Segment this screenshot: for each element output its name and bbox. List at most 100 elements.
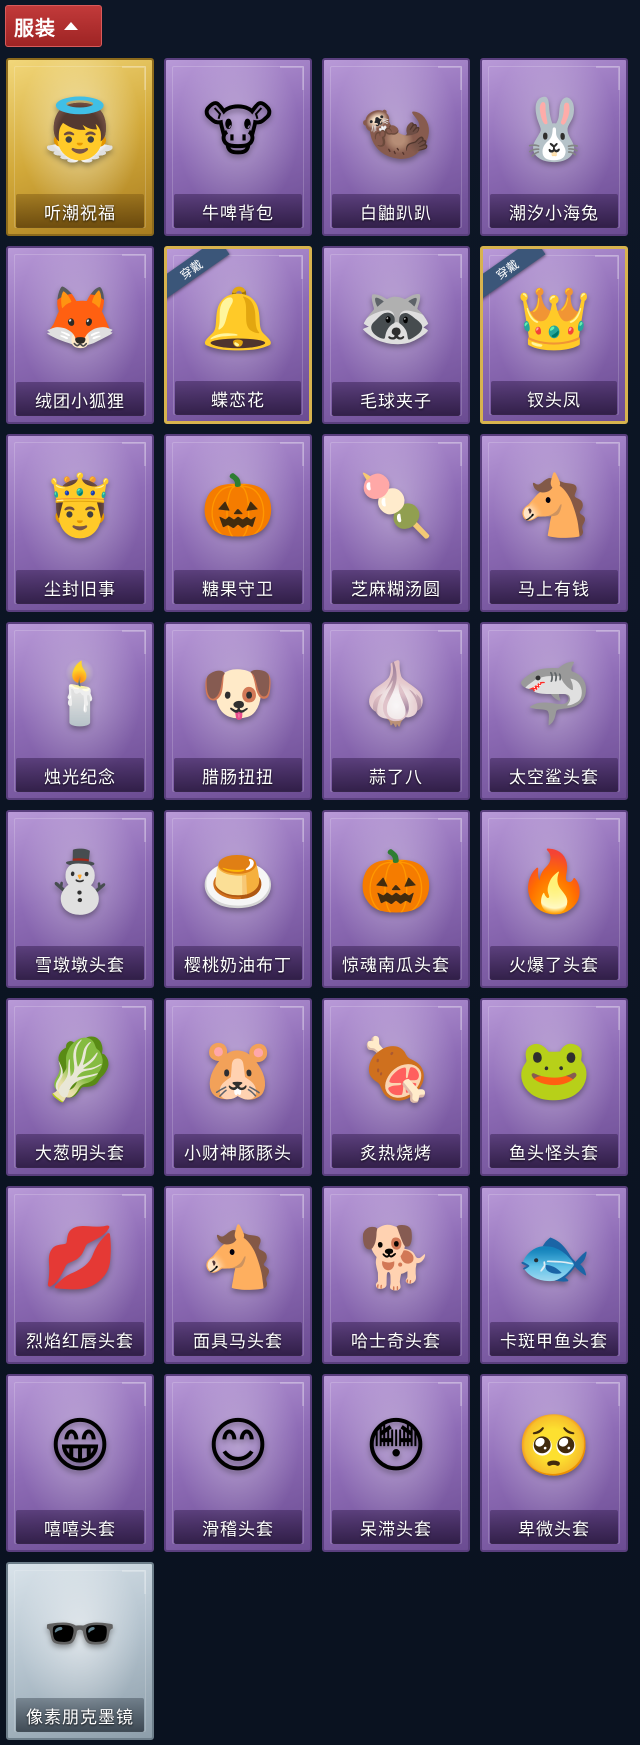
costume-card[interactable]: 🦦 白鼬趴趴 bbox=[322, 58, 470, 236]
costume-card[interactable]: 👼 听潮祝福 bbox=[6, 58, 154, 236]
card-corner-ornament bbox=[596, 1194, 620, 1218]
costume-name-bar: 像素朋克墨镜 bbox=[16, 1698, 144, 1732]
costume-card[interactable]: 🍮 樱桃奶油布丁 bbox=[164, 810, 312, 988]
card-corner-ornament bbox=[122, 254, 146, 278]
costume-name: 面具马头套 bbox=[193, 1331, 283, 1352]
costume-card[interactable]: 😊 滑稽头套 bbox=[164, 1374, 312, 1552]
costume-name-bar: 火爆了头套 bbox=[490, 946, 618, 980]
costume-card[interactable]: 🕶️ 像素朋克墨镜 bbox=[6, 1562, 154, 1740]
costume-card[interactable]: 🐶 腊肠扭扭 bbox=[164, 622, 312, 800]
costume-icon: 🦝 bbox=[358, 283, 434, 353]
costume-name-bar: 鱼头怪头套 bbox=[490, 1134, 618, 1168]
costume-card[interactable]: 🐴 马上有钱 bbox=[480, 434, 628, 612]
costume-card[interactable]: 🐹 小财神豚豚头 bbox=[164, 998, 312, 1176]
chevron-up-icon bbox=[64, 22, 78, 30]
costume-name: 尘封旧事 bbox=[44, 579, 116, 600]
costume-card[interactable]: 🐸 鱼头怪头套 bbox=[480, 998, 628, 1176]
costume-name-bar: 炙热烧烤 bbox=[332, 1134, 460, 1168]
card-corner-ornament bbox=[280, 1006, 304, 1030]
costume-name: 卡斑甲鱼头套 bbox=[500, 1331, 608, 1352]
costume-icon: 🍡 bbox=[358, 471, 434, 541]
costume-name-bar: 樱桃奶油布丁 bbox=[174, 946, 302, 980]
costume-name: 毛球夹子 bbox=[360, 391, 432, 412]
costume-name-bar: 潮汐小海兔 bbox=[490, 194, 618, 228]
costume-name-bar: 蒜了八 bbox=[332, 758, 460, 792]
costume-icon: 🔔 bbox=[200, 284, 276, 354]
costume-icon: 🐰 bbox=[516, 95, 592, 165]
costume-name: 糖果守卫 bbox=[202, 579, 274, 600]
costume-icon: 🕯️ bbox=[42, 659, 118, 729]
costume-icon: 🐸 bbox=[516, 1035, 592, 1105]
card-corner-ornament bbox=[279, 255, 303, 279]
card-corner-ornament bbox=[122, 1194, 146, 1218]
costume-name: 火爆了头套 bbox=[509, 955, 599, 976]
costume-name-bar: 惊魂南瓜头套 bbox=[332, 946, 460, 980]
card-corner-ornament bbox=[280, 66, 304, 90]
costume-category-toggle[interactable]: 服装 bbox=[5, 5, 102, 47]
costume-icon: 🦦 bbox=[358, 95, 434, 165]
costume-icon: 🐴 bbox=[200, 1223, 276, 1293]
costume-card[interactable]: 🦈 太空鲨头套 bbox=[480, 622, 628, 800]
costume-name: 芝麻糊汤圆 bbox=[351, 579, 441, 600]
costume-name-bar: 蝶恋花 bbox=[175, 381, 301, 415]
costume-icon: 😳 bbox=[364, 1411, 428, 1481]
card-corner-ornament bbox=[122, 66, 146, 90]
costume-icon: 🍖 bbox=[358, 1035, 434, 1105]
costume-card[interactable]: 🐰 潮汐小海兔 bbox=[480, 58, 628, 236]
card-corner-ornament bbox=[438, 66, 462, 90]
card-corner-ornament bbox=[122, 1382, 146, 1406]
costume-card[interactable]: 🍡 芝麻糊汤圆 bbox=[322, 434, 470, 612]
costume-card[interactable]: 🦝 毛球夹子 bbox=[322, 246, 470, 424]
costume-card[interactable]: 😳 呆滞头套 bbox=[322, 1374, 470, 1552]
costume-card[interactable]: 🤴 尘封旧事 bbox=[6, 434, 154, 612]
costume-icon: 🔥 bbox=[516, 847, 592, 917]
costume-name-bar: 绒团小狐狸 bbox=[16, 382, 144, 416]
costume-icon: 👼 bbox=[42, 95, 118, 165]
costume-card[interactable]: 🐟 卡斑甲鱼头套 bbox=[480, 1186, 628, 1364]
costume-card[interactable]: 🐴 面具马头套 bbox=[164, 1186, 312, 1364]
costume-name-bar: 大葱明头套 bbox=[16, 1134, 144, 1168]
costume-name: 烈焰红唇头套 bbox=[26, 1331, 134, 1352]
costume-name: 烛光纪念 bbox=[44, 767, 116, 788]
costume-icon: 🥬 bbox=[42, 1035, 118, 1105]
costume-name-bar: 尘封旧事 bbox=[16, 570, 144, 604]
costume-name: 潮汐小海兔 bbox=[509, 203, 599, 224]
costume-card[interactable]: 🦊 绒团小狐狸 bbox=[6, 246, 154, 424]
costume-card[interactable]: 🧄 蒜了八 bbox=[322, 622, 470, 800]
costume-name-bar: 钗头凤 bbox=[491, 381, 617, 415]
card-corner-ornament bbox=[438, 818, 462, 842]
costume-name: 鱼头怪头套 bbox=[509, 1143, 599, 1164]
category-title: 服装 bbox=[14, 15, 56, 40]
costume-name: 白鼬趴趴 bbox=[360, 203, 432, 224]
costume-card[interactable]: 🥬 大葱明头套 bbox=[6, 998, 154, 1176]
costume-card[interactable]: 🐮 牛啤背包 bbox=[164, 58, 312, 236]
costume-card[interactable]: 🎃 惊魂南瓜头套 bbox=[322, 810, 470, 988]
wardrobe-panel: 服装 👼 听潮祝福 🐮 牛啤背包 🦦 白鼬趴趴 🐰 潮汐小海兔 🦊 绒团小狐狸 🔔 穿戴 蝶恋花 🦝 毛球夹… bbox=[0, 0, 640, 1745]
card-corner-ornament bbox=[596, 66, 620, 90]
costume-card[interactable]: 🐕 哈士奇头套 bbox=[322, 1186, 470, 1364]
costume-name-bar: 烛光纪念 bbox=[16, 758, 144, 792]
costume-name-bar: 呆滞头套 bbox=[332, 1510, 460, 1544]
costume-name-bar: 卑微头套 bbox=[490, 1510, 618, 1544]
costume-card[interactable]: 😁 嘻嘻头套 bbox=[6, 1374, 154, 1552]
costume-card[interactable]: 🔔 穿戴 蝶恋花 bbox=[164, 246, 312, 424]
costume-icon: 😊 bbox=[206, 1411, 270, 1481]
costume-card[interactable]: 🎃 糖果守卫 bbox=[164, 434, 312, 612]
costume-card[interactable]: 👑 穿戴 钗头凤 bbox=[480, 246, 628, 424]
card-corner-ornament bbox=[280, 818, 304, 842]
costume-name-bar: 太空鲨头套 bbox=[490, 758, 618, 792]
costume-icon: 🤴 bbox=[42, 471, 118, 541]
costume-name: 惊魂南瓜头套 bbox=[342, 955, 450, 976]
costume-card[interactable]: 🥺 卑微头套 bbox=[480, 1374, 628, 1552]
costume-card[interactable]: 💋 烈焰红唇头套 bbox=[6, 1186, 154, 1364]
costume-card[interactable]: 🍖 炙热烧烤 bbox=[322, 998, 470, 1176]
costume-card[interactable]: 🕯️ 烛光纪念 bbox=[6, 622, 154, 800]
costume-card[interactable]: 🔥 火爆了头套 bbox=[480, 810, 628, 988]
costume-name-bar: 腊肠扭扭 bbox=[174, 758, 302, 792]
costume-card[interactable]: ⛄ 雪墩墩头套 bbox=[6, 810, 154, 988]
costume-name: 大葱明头套 bbox=[35, 1143, 125, 1164]
costume-name: 腊肠扭扭 bbox=[202, 767, 274, 788]
costume-name-bar: 芝麻糊汤圆 bbox=[332, 570, 460, 604]
card-corner-ornament bbox=[280, 630, 304, 654]
costume-icon: 🦈 bbox=[516, 659, 592, 729]
